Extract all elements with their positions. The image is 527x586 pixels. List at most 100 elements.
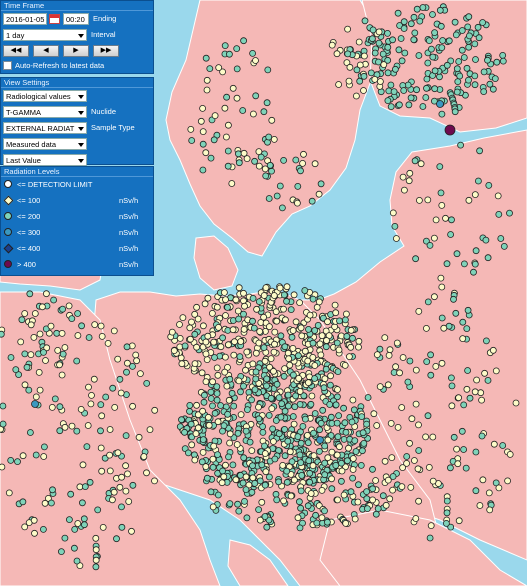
- station-marker[interactable]: [334, 368, 342, 376]
- station-marker[interactable]: [135, 433, 143, 441]
- station-marker[interactable]: [471, 72, 479, 80]
- station-marker[interactable]: [310, 429, 318, 437]
- station-marker[interactable]: [355, 481, 362, 489]
- station-marker[interactable]: [186, 407, 193, 415]
- station-marker[interactable]: [369, 496, 377, 504]
- station-marker[interactable]: [284, 391, 292, 399]
- station-marker[interactable]: [268, 167, 275, 175]
- station-marker[interactable]: [242, 473, 250, 481]
- station-marker[interactable]: [306, 469, 314, 477]
- station-marker[interactable]: [59, 350, 67, 358]
- station-marker[interactable]: [199, 105, 207, 112]
- station-marker[interactable]: [451, 108, 459, 116]
- station-marker[interactable]: [345, 444, 352, 452]
- station-marker[interactable]: [315, 447, 323, 455]
- station-marker[interactable]: [356, 77, 364, 85]
- station-marker[interactable]: [306, 478, 314, 486]
- station-marker[interactable]: [381, 334, 389, 342]
- station-marker[interactable]: [289, 413, 297, 420]
- station-marker[interactable]: [297, 324, 305, 332]
- station-marker[interactable]: [263, 382, 270, 390]
- station-marker[interactable]: [278, 400, 286, 408]
- station-marker[interactable]: [301, 287, 309, 294]
- station-marker[interactable]: [260, 344, 268, 352]
- station-marker[interactable]: [451, 18, 459, 26]
- station-marker[interactable]: [465, 32, 473, 40]
- station-marker[interactable]: [80, 515, 88, 523]
- station-marker[interactable]: [74, 332, 82, 339]
- station-marker[interactable]: [444, 124, 456, 136]
- station-marker[interactable]: [415, 447, 423, 454]
- rewind-fast-button[interactable]: ◀◀: [3, 45, 29, 57]
- station-marker[interactable]: [213, 383, 221, 391]
- station-marker[interactable]: [455, 58, 463, 65]
- station-marker[interactable]: [188, 441, 196, 449]
- station-marker[interactable]: [332, 401, 340, 409]
- station-marker[interactable]: [338, 467, 346, 475]
- station-marker[interactable]: [240, 37, 248, 45]
- station-marker[interactable]: [111, 403, 119, 411]
- station-marker[interactable]: [345, 77, 353, 85]
- station-marker[interactable]: [333, 419, 341, 427]
- station-marker[interactable]: [431, 29, 439, 36]
- station-marker[interactable]: [122, 432, 130, 440]
- station-marker[interactable]: [315, 298, 323, 306]
- station-marker[interactable]: [315, 190, 323, 198]
- station-marker[interactable]: [294, 433, 302, 441]
- station-marker[interactable]: [207, 395, 215, 402]
- station-marker[interactable]: [294, 352, 302, 360]
- station-marker[interactable]: [228, 180, 236, 187]
- station-marker[interactable]: [68, 422, 76, 430]
- station-marker[interactable]: [382, 501, 390, 509]
- station-marker[interactable]: [113, 535, 120, 543]
- station-marker[interactable]: [332, 461, 340, 469]
- station-marker[interactable]: [310, 452, 318, 460]
- station-marker[interactable]: [309, 339, 317, 347]
- station-marker[interactable]: [391, 222, 399, 230]
- station-marker[interactable]: [360, 72, 368, 80]
- station-marker[interactable]: [21, 523, 29, 531]
- station-marker[interactable]: [0, 463, 6, 471]
- station-marker[interactable]: [118, 473, 125, 481]
- station-marker[interactable]: [223, 382, 231, 390]
- station-marker[interactable]: [396, 369, 404, 377]
- station-marker[interactable]: [218, 479, 226, 487]
- station-marker[interactable]: [296, 299, 304, 307]
- station-marker[interactable]: [240, 454, 248, 462]
- station-marker[interactable]: [288, 333, 296, 341]
- station-marker[interactable]: [323, 518, 331, 526]
- station-marker[interactable]: [39, 303, 46, 311]
- station-marker[interactable]: [311, 362, 319, 369]
- station-marker[interactable]: [471, 260, 479, 268]
- station-marker[interactable]: [261, 450, 269, 457]
- station-marker[interactable]: [261, 442, 268, 450]
- station-marker[interactable]: [419, 103, 427, 110]
- station-marker[interactable]: [478, 432, 486, 440]
- station-marker[interactable]: [197, 117, 205, 125]
- station-marker[interactable]: [304, 379, 312, 387]
- station-marker[interactable]: [326, 381, 334, 389]
- station-marker[interactable]: [394, 9, 402, 17]
- station-marker[interactable]: [265, 411, 273, 419]
- station-marker[interactable]: [360, 87, 367, 94]
- station-marker[interactable]: [85, 383, 92, 391]
- station-marker[interactable]: [143, 379, 151, 387]
- station-marker[interactable]: [259, 428, 267, 436]
- station-marker[interactable]: [83, 443, 91, 451]
- station-marker[interactable]: [445, 37, 453, 45]
- station-marker[interactable]: [447, 231, 455, 238]
- station-marker[interactable]: [30, 333, 38, 341]
- station-marker[interactable]: [222, 133, 230, 141]
- station-marker[interactable]: [225, 453, 232, 461]
- station-marker[interactable]: [431, 85, 439, 93]
- station-marker[interactable]: [355, 337, 363, 345]
- station-marker[interactable]: [265, 473, 273, 481]
- station-marker[interactable]: [297, 167, 304, 175]
- station-marker[interactable]: [23, 363, 31, 371]
- station-marker[interactable]: [262, 284, 270, 292]
- station-marker[interactable]: [416, 17, 424, 25]
- station-marker[interactable]: [114, 449, 122, 457]
- station-marker[interactable]: [437, 189, 445, 197]
- station-marker[interactable]: [309, 295, 317, 303]
- station-marker[interactable]: [221, 368, 229, 376]
